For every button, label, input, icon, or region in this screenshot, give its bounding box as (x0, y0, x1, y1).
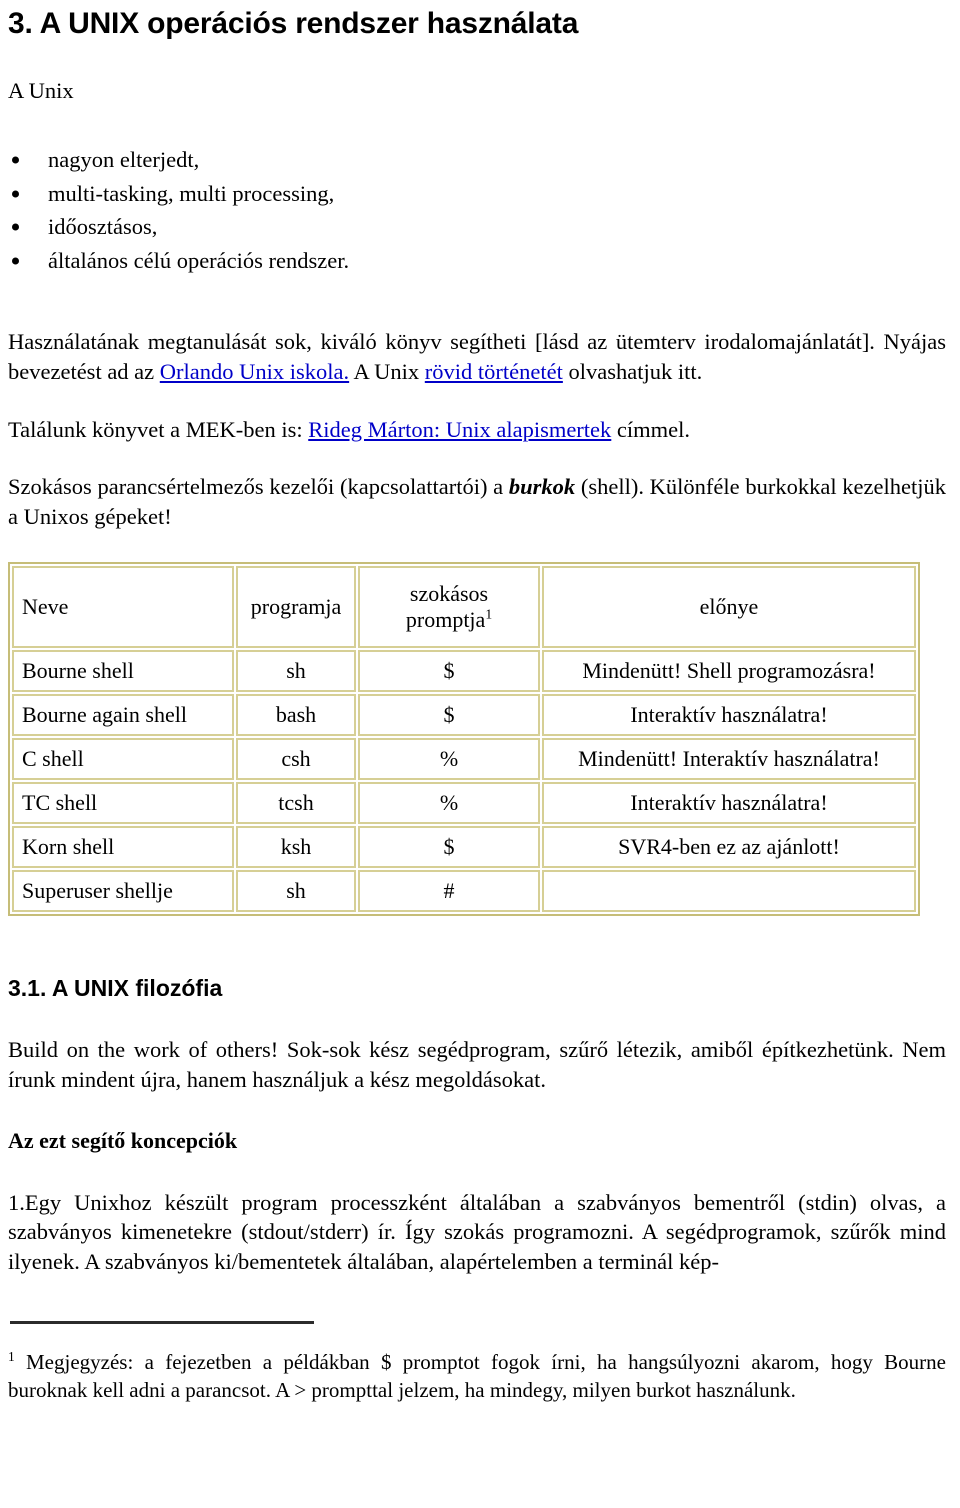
column-header-prompt-line2: promptja (405, 606, 486, 632)
paragraph-philosophy: Build on the work of others! Sok-sok kés… (8, 1036, 946, 1092)
footnote-marker: 1 (485, 606, 493, 622)
cell-program: csh (236, 737, 356, 780)
list-item: időosztásos, (0, 214, 960, 240)
cell-program: sh (236, 869, 356, 912)
table-row: Superuser shellje sh # (12, 869, 916, 912)
shell-table: Neve programja szokásos promptja1 előnye … (8, 561, 920, 916)
cell-advantage: SVR4-ben ez az ajánlott! (542, 825, 916, 868)
cell-prompt: # (358, 869, 540, 912)
paragraph-mek-text-2: címmel. (611, 416, 691, 442)
cell-prompt: $ (358, 825, 540, 868)
table-row: TC shell tcsh % Interaktív használatra! (12, 781, 916, 824)
paragraph-mek-text-1: Találunk könyvet a MEK-ben is: (8, 416, 309, 442)
cell-advantage: Interaktív használatra! (542, 693, 916, 736)
footnote-body: Megjegyzés: a fejezetben a példákban $ p… (8, 1349, 946, 1402)
column-header-name: Neve (12, 565, 234, 648)
cell-name: TC shell (12, 781, 234, 824)
list-item-label: időosztásos, (48, 214, 158, 240)
cell-prompt: % (358, 737, 540, 780)
unix-traits-list: nagyon elterjedt, multi-tasking, multi p… (0, 147, 960, 273)
subheading-concepts: Az ezt segítő koncepciók (8, 1128, 238, 1154)
column-header-advantage: előnye (542, 565, 916, 648)
cell-advantage: Interaktív használatra! (542, 781, 916, 824)
table-row: Bourne again shell bash $ Interaktív has… (12, 693, 916, 736)
link-orlando-unix-iskola[interactable]: Orlando Unix iskola. (160, 359, 349, 384)
table-header: Neve programja szokásos promptja1 előnye (12, 565, 916, 648)
lead-text: A Unix (8, 77, 74, 103)
cell-prompt: $ (358, 649, 540, 692)
emphasis-burkok: burkok (508, 474, 576, 500)
section-heading-unix-philosophy: 3.1. A UNIX filozófia (8, 974, 223, 1001)
table-row: C shell csh % Mindenütt! Interaktív hasz… (12, 737, 916, 780)
list-item: multi-tasking, multi processing, (0, 180, 960, 206)
cell-name: Superuser shellje (12, 869, 234, 912)
column-header-prompt-line1: szokásos (409, 580, 489, 606)
cell-name: C shell (12, 737, 234, 780)
paragraph-books: Használatának megtanulását sok, kiváló k… (0, 327, 960, 386)
paragraph-concept-1: 1.Egy Unixhoz készült program processzké… (8, 1189, 946, 1274)
column-header-prompt: szokásos promptja1 (358, 565, 540, 648)
table-row: Bourne shell sh $ Mindenütt! Shell progr… (12, 649, 916, 692)
cell-program: bash (236, 693, 356, 736)
cell-advantage: Mindenütt! Interaktív használatra! (542, 737, 916, 780)
paragraph-shells-text-1: Szokásos parancsértelmezős kezelői (kapc… (8, 474, 509, 500)
link-rideg-marton[interactable]: Rideg Márton: Unix alapismertek (308, 417, 611, 442)
list-item: nagyon elterjedt, (0, 147, 960, 173)
list-item: általános célú operációs rendszer. (0, 247, 960, 273)
bullet-icon (12, 156, 19, 164)
paragraph-books-text-2: A Unix (349, 358, 425, 384)
link-rovid-tortenete[interactable]: rövid történetét (425, 359, 563, 384)
list-item-label: multi-tasking, multi processing, (48, 180, 335, 206)
list-item-label: nagyon elterjedt, (48, 147, 200, 173)
bullet-icon (12, 223, 19, 231)
bullet-icon (12, 257, 19, 265)
cell-program: tcsh (236, 781, 356, 824)
shell-table-container: Neve programja szokásos promptja1 előnye … (0, 561, 960, 916)
paragraph-mek: Találunk könyvet a MEK-ben is: Rideg Már… (0, 415, 960, 445)
column-header-program: programja (236, 565, 356, 648)
cell-program: sh (236, 649, 356, 692)
table-body: Bourne shell sh $ Mindenütt! Shell progr… (12, 649, 916, 912)
list-item-label: általános célú operációs rendszer. (48, 247, 350, 273)
paragraph-books-text-3: olvashatjuk itt. (562, 358, 703, 384)
cell-prompt: % (358, 781, 540, 824)
cell-advantage: Mindenütt! Shell programozásra! (542, 649, 916, 692)
cell-program: ksh (236, 825, 356, 868)
table-row: Korn shell ksh $ SVR4-ben ez az ajánlott… (12, 825, 916, 868)
cell-advantage (542, 869, 916, 912)
document-page: 3. A UNIX operációs rendszer használata … (0, 0, 960, 1508)
paragraph-shells: Szokásos parancsértelmezős kezelői (kapc… (0, 472, 960, 531)
cell-name: Bourne again shell (12, 693, 234, 736)
cell-prompt: $ (358, 693, 540, 736)
page-title: 3. A UNIX operációs rendszer használata (8, 7, 579, 40)
footnote-marker: 1 (8, 1348, 15, 1364)
cell-name: Bourne shell (12, 649, 234, 692)
cell-name: Korn shell (12, 825, 234, 868)
footnote-text: 1 Megjegyzés: a fejezetben a példákban $… (0, 1348, 960, 1404)
bullet-icon (12, 190, 19, 198)
table-header-row: Neve programja szokásos promptja1 előnye (12, 565, 916, 648)
